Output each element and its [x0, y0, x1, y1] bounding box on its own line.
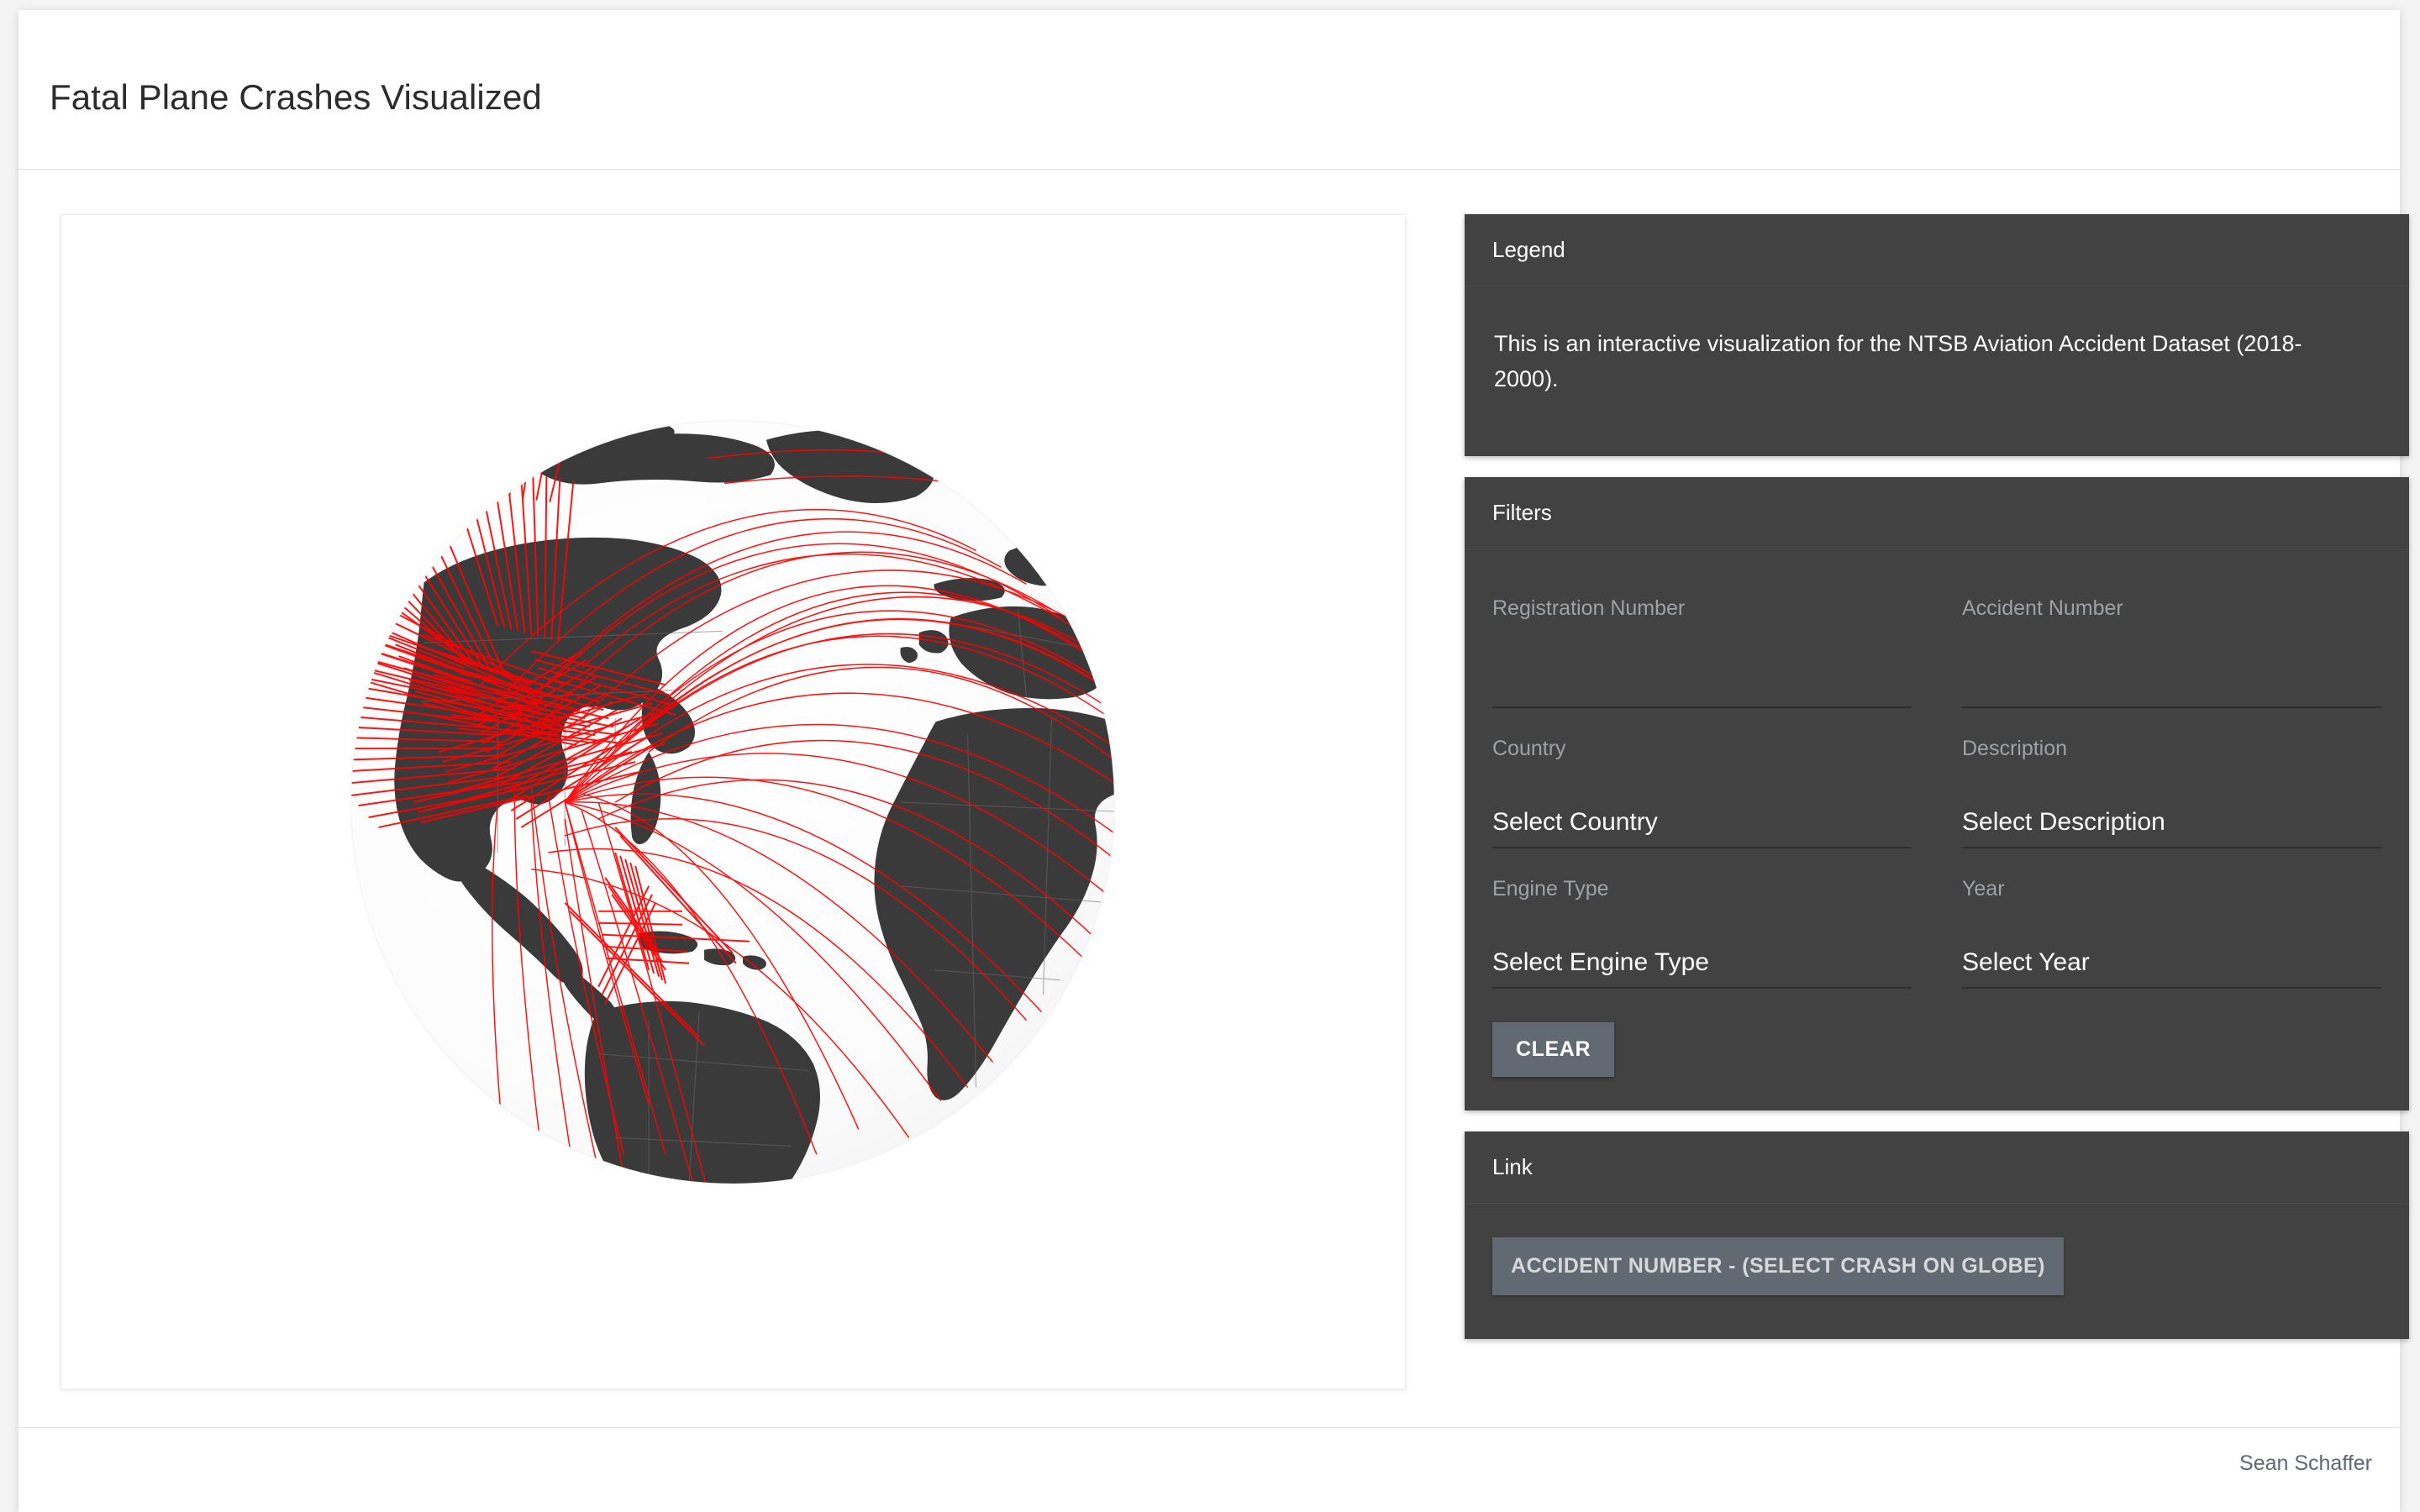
filter-field-description[interactable]: Description Select Description — [1962, 723, 2381, 864]
accident-number-link-button[interactable]: ACCIDENT NUMBER - (SELECT CRASH ON GLOBE… — [1492, 1236, 2064, 1295]
engine-type-select-value[interactable]: Select Engine Type — [1492, 949, 1709, 975]
year-select-value[interactable]: Select Year — [1962, 949, 2090, 975]
filter-field-accident-number[interactable]: Accident Number — [1962, 582, 2381, 723]
globe-visualization[interactable] — [61, 215, 1405, 1389]
filters-panel-title: Filters — [1492, 499, 1552, 525]
filter-label-year: Year — [1962, 876, 2005, 900]
filter-label-country: Country — [1492, 736, 1566, 760]
side-panel-column: Legend This is an interactive visualizat… — [1465, 214, 2409, 1360]
page-title: Fatal Plane Crashes Visualized — [50, 77, 542, 117]
app-window: Fatal Plane Crashes Visualized Legend Th… — [18, 10, 2409, 1512]
filter-label-engine-type: Engine Type — [1492, 876, 1609, 900]
filter-label-description: Description — [1962, 736, 2068, 760]
filter-underline — [1962, 706, 2381, 708]
filter-field-engine-type[interactable]: Engine Type Select Engine Type — [1492, 864, 1912, 1004]
country-select-value[interactable]: Select Country — [1492, 809, 1658, 835]
footer-credit-text: Sean Schaffer — [2239, 1452, 2372, 1475]
globe-svg[interactable] — [61, 215, 1405, 1389]
link-panel-body: ACCIDENT NUMBER - (SELECT CRASH ON GLOBE… — [1465, 1204, 2409, 1339]
app-footer: Sean Schaffer — [18, 1427, 2400, 1512]
filter-underline — [1962, 986, 2381, 989]
filter-field-country[interactable]: Country Select Country — [1492, 723, 1912, 864]
registration-number-input[interactable] — [1492, 582, 1912, 708]
filters-panel-body: Registration Number Accident Number Coun… — [1465, 549, 2409, 1110]
filter-underline — [1492, 706, 1912, 708]
legend-panel-header: Legend — [1465, 214, 2409, 286]
clear-filters-button[interactable]: CLEAR — [1492, 1021, 1615, 1077]
link-panel-title: Link — [1492, 1153, 1533, 1179]
filter-field-year[interactable]: Year Select Year — [1962, 864, 2381, 1004]
legend-panel: Legend This is an interactive visualizat… — [1465, 214, 2409, 456]
filters-panel: Filters Registration Number Accident Num… — [1465, 476, 2409, 1110]
filter-underline — [1962, 846, 2381, 848]
filter-underline — [1492, 846, 1912, 848]
filters-panel-header: Filters — [1465, 477, 2409, 549]
app-header: Fatal Plane Crashes Visualized — [18, 10, 2400, 170]
legend-panel-body: This is an interactive visualization for… — [1465, 286, 2409, 456]
accident-number-input[interactable] — [1962, 582, 2381, 708]
legend-description-text: This is an interactive visualization for… — [1494, 331, 2302, 391]
legend-panel-title: Legend — [1492, 237, 1565, 262]
filter-grid: Registration Number Accident Number Coun… — [1492, 582, 2381, 1004]
globe-card — [60, 214, 1406, 1389]
filter-field-registration-number[interactable]: Registration Number — [1492, 582, 1912, 723]
link-panel-header: Link — [1465, 1131, 2409, 1204]
description-select-value[interactable]: Select Description — [1962, 809, 2165, 835]
link-panel: Link ACCIDENT NUMBER - (SELECT CRASH ON … — [1465, 1131, 2409, 1339]
filter-underline — [1492, 986, 1912, 989]
main-content-region: Legend This is an interactive visualizat… — [18, 170, 2409, 1427]
